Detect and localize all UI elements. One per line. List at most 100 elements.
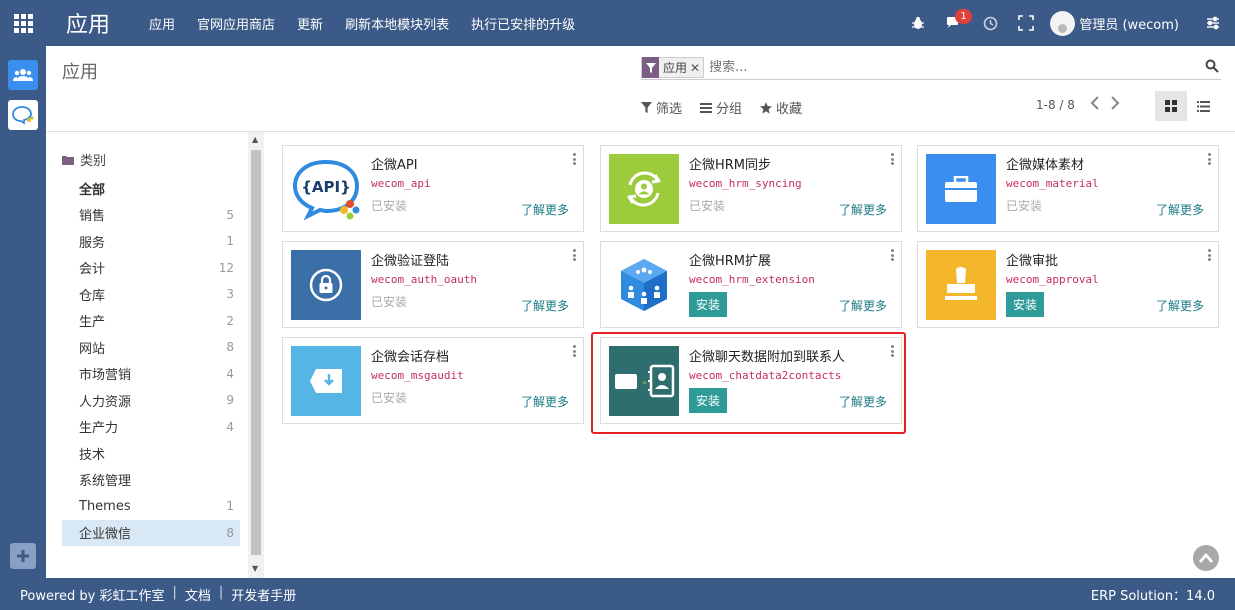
facet-remove-icon[interactable]: ✕ — [690, 61, 703, 75]
messages-icon[interactable]: 1 — [936, 0, 972, 46]
footer-docs-link[interactable]: 文档 — [185, 585, 211, 604]
stamp-icon — [926, 250, 996, 320]
app-card[interactable]: 企微会话存档 wecom_msgaudit 已安装 了解更多 — [282, 337, 584, 424]
learn-more-link[interactable]: 了解更多 — [521, 201, 569, 218]
category-item-administration[interactable]: 系统管理 — [62, 467, 240, 494]
installed-status: 已安装 — [371, 295, 408, 309]
category-item-manufacturing[interactable]: 生产 2 — [62, 308, 240, 335]
debug-bug-icon[interactable] — [900, 0, 936, 46]
fullscreen-icon[interactable] — [1008, 0, 1044, 46]
apps-menu-icon[interactable] — [0, 0, 46, 46]
settings-sliders-icon[interactable] — [1195, 0, 1231, 46]
scrollbar-thumb[interactable] — [251, 150, 261, 555]
category-item-wecom[interactable]: 企业微信 8 — [62, 519, 240, 546]
app-card[interactable]: 企微验证登陆 wecom_auth_oauth 已安装 了解更多 — [282, 241, 584, 328]
app-title: 应用 — [66, 13, 111, 38]
category-item-inventory[interactable]: 仓库 3 — [62, 281, 240, 308]
rail-contacts-icon[interactable] — [8, 60, 38, 90]
category-item-productivity[interactable]: 生产力 4 — [62, 414, 240, 441]
avatar — [1050, 10, 1076, 36]
list-view-icon[interactable] — [1187, 91, 1219, 121]
installed-status: 已安装 — [689, 199, 726, 213]
scroll-down-arrow-icon[interactable]: ▼ — [252, 564, 258, 573]
app-technical-name: wecom_hrm_syncing — [689, 177, 802, 190]
menu-item-refresh-modules[interactable]: 刷新本地模块列表 — [334, 14, 460, 33]
category-item-marketing[interactable]: 市场营销 4 — [62, 361, 240, 388]
menu-item-scheduled-upgrades[interactable]: 执行已安排的升级 — [460, 14, 586, 33]
category-label: 系统管理 — [79, 474, 132, 490]
lock-icon — [291, 250, 361, 320]
app-name: 企微API — [371, 158, 418, 173]
add-plus-icon[interactable] — [10, 543, 36, 569]
favorites-button[interactable]: 收藏 — [760, 98, 802, 117]
search-input[interactable] — [709, 60, 1190, 75]
message-count-badge: 1 — [955, 9, 972, 24]
card-menu-icon[interactable] — [573, 345, 576, 359]
app-technical-name: wecom_material — [1006, 177, 1099, 190]
app-card[interactable]: 企微HRM扩展 wecom_hrm_extension 安装 了解更多 — [600, 241, 902, 328]
card-menu-icon[interactable] — [1208, 249, 1211, 263]
pager-value[interactable]: 1-8 / 8 — [1036, 98, 1075, 112]
category-item-sales[interactable]: 销售 5 — [62, 202, 240, 229]
footer-dev-manual-link[interactable]: 开发者手册 — [231, 585, 296, 604]
category-count: 12 — [218, 260, 234, 275]
search-facet[interactable]: 应用 ✕ — [641, 57, 705, 78]
rail-wecom-icon[interactable] — [8, 100, 38, 130]
learn-more-link[interactable]: 了解更多 — [521, 393, 569, 410]
learn-more-link[interactable]: 了解更多 — [839, 297, 887, 314]
app-card[interactable]: {API} 企微API wecom_api 已安装 了解更多 — [282, 145, 584, 232]
kanban-view-icon[interactable] — [1155, 91, 1187, 121]
card-menu-icon[interactable] — [891, 153, 894, 167]
install-button[interactable]: 安装 — [689, 292, 728, 317]
category-label: 服务 — [79, 235, 106, 251]
card-menu-icon[interactable] — [891, 249, 894, 263]
card-menu-icon[interactable] — [573, 249, 576, 263]
app-card[interactable]: 企微审批 wecom_approval 安装 了解更多 — [917, 241, 1219, 328]
category-label: 销售 — [79, 209, 106, 225]
search-icon[interactable] — [1205, 59, 1219, 77]
filter-button[interactable]: 筛选 — [641, 98, 682, 117]
installed-status: 已安装 — [1006, 199, 1043, 213]
app-technical-name: wecom_auth_oauth — [371, 273, 477, 286]
menu-item-apps[interactable]: 应用 — [138, 14, 186, 33]
facet-label: 应用 — [663, 61, 688, 75]
category-label: 生产力 — [79, 421, 119, 437]
card-menu-icon[interactable] — [573, 153, 576, 167]
menu-item-app-store[interactable]: 官网应用商店 — [186, 14, 286, 33]
learn-more-link[interactable]: 了解更多 — [839, 201, 887, 218]
category-label: 网站 — [79, 341, 106, 357]
category-item-all[interactable]: 全部 — [62, 175, 240, 202]
app-card[interactable]: 企微媒体素材 wecom_material 已安装 了解更多 — [917, 145, 1219, 232]
category-item-accounting[interactable]: 会计 12 — [62, 255, 240, 282]
installed-status: 已安装 — [371, 391, 408, 405]
side-panel-scrollbar[interactable]: ▲ ▼ — [248, 132, 264, 578]
learn-more-link[interactable]: 了解更多 — [521, 297, 569, 314]
group-by-button[interactable]: 分组 — [700, 98, 742, 117]
learn-more-link[interactable]: 了解更多 — [1156, 201, 1204, 218]
footer-powered-by[interactable]: Powered by 彩虹工作室 — [20, 585, 164, 604]
api-bubble-text: {API} — [301, 178, 351, 196]
app-card[interactable]: 企微HRM同步 wecom_hrm_syncing 已安装 了解更多 — [600, 145, 902, 232]
scroll-up-arrow-icon[interactable]: ▲ — [252, 135, 258, 144]
category-item-technical[interactable]: 技术 — [62, 440, 240, 467]
app-technical-name: wecom_approval — [1006, 273, 1099, 286]
category-item-services[interactable]: 服务 1 — [62, 228, 240, 255]
filter-icon — [641, 102, 652, 113]
learn-more-link[interactable]: 了解更多 — [1156, 297, 1204, 314]
footer-separator: | — [172, 584, 177, 600]
menu-item-updates[interactable]: 更新 — [286, 14, 334, 33]
page-title: 应用 — [62, 62, 98, 83]
activity-clock-icon[interactable] — [972, 0, 1008, 46]
category-label: 会计 — [79, 262, 106, 278]
pager-previous-icon[interactable] — [1090, 96, 1100, 114]
card-menu-icon[interactable] — [1208, 153, 1211, 167]
category-label: 全部 — [79, 182, 106, 198]
category-item-hr[interactable]: 人力资源 9 — [62, 387, 240, 414]
user-menu[interactable]: 管理员 (wecom) — [1050, 10, 1179, 36]
install-button[interactable]: 安装 — [1006, 292, 1045, 317]
scroll-to-top-icon[interactable] — [1193, 545, 1219, 571]
view-switcher — [1155, 91, 1219, 121]
pager-next-icon[interactable] — [1110, 96, 1120, 114]
category-item-website[interactable]: 网站 8 — [62, 334, 240, 361]
category-item-themes[interactable]: Themes 1 — [62, 493, 240, 520]
